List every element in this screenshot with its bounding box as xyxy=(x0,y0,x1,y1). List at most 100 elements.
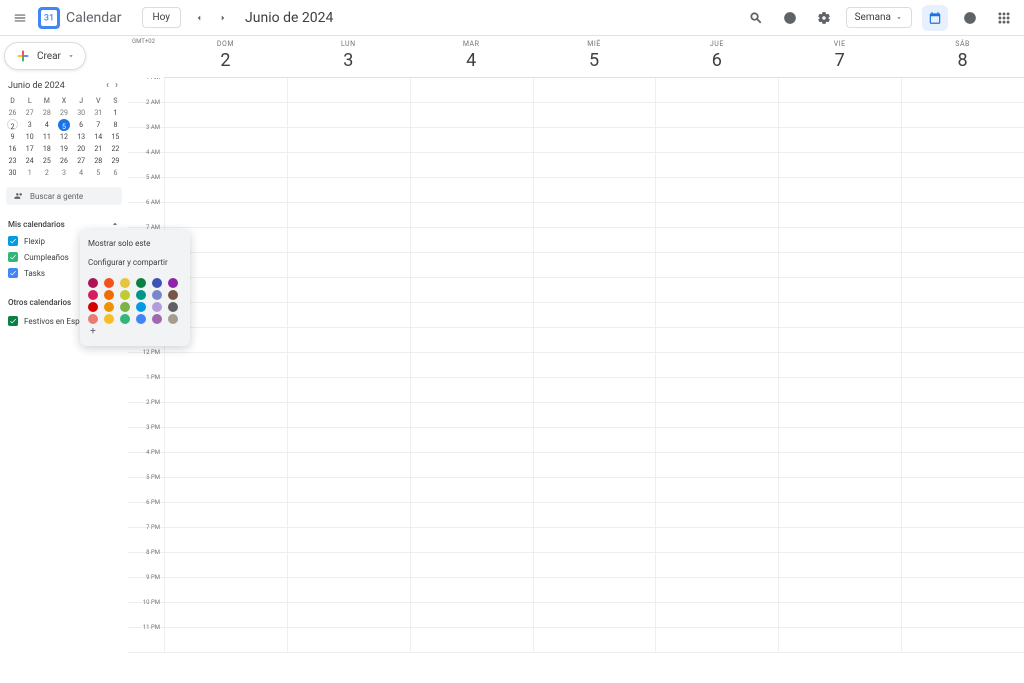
time-cell[interactable] xyxy=(287,528,410,552)
time-cell[interactable] xyxy=(901,78,1024,102)
time-cell[interactable] xyxy=(287,278,410,302)
mini-day[interactable]: 26 xyxy=(55,155,72,167)
time-cell[interactable] xyxy=(287,503,410,527)
time-cell[interactable] xyxy=(778,128,901,152)
time-cell[interactable] xyxy=(533,428,656,452)
mini-day[interactable]: 5 xyxy=(90,167,107,179)
time-cell[interactable] xyxy=(901,253,1024,277)
time-cell[interactable] xyxy=(778,203,901,227)
time-cell[interactable] xyxy=(778,428,901,452)
time-cell[interactable] xyxy=(164,503,287,527)
mini-day[interactable]: 24 xyxy=(21,155,38,167)
time-cell[interactable] xyxy=(410,528,533,552)
calendar-checkbox[interactable] xyxy=(8,268,18,278)
color-swatch[interactable] xyxy=(104,314,114,324)
time-cell[interactable] xyxy=(410,403,533,427)
mini-day[interactable]: 4 xyxy=(73,167,90,179)
time-cell[interactable] xyxy=(164,103,287,127)
color-swatch[interactable] xyxy=(152,278,162,288)
mini-day[interactable]: 3 xyxy=(21,119,38,131)
time-cell[interactable] xyxy=(287,153,410,177)
time-cell[interactable] xyxy=(655,403,778,427)
mini-day[interactable]: 22 xyxy=(107,143,124,155)
mini-day[interactable]: 3 xyxy=(55,167,72,179)
time-cell[interactable] xyxy=(655,478,778,502)
time-cell[interactable] xyxy=(287,203,410,227)
time-cell[interactable] xyxy=(655,328,778,352)
time-cell[interactable] xyxy=(778,178,901,202)
mini-day[interactable]: 2 xyxy=(38,167,55,179)
time-cell[interactable] xyxy=(778,478,901,502)
color-swatch[interactable] xyxy=(152,314,162,324)
time-cell[interactable] xyxy=(778,228,901,252)
mini-day[interactable]: 30 xyxy=(73,107,90,119)
day-header[interactable]: DOM2 xyxy=(164,36,287,77)
time-cell[interactable] xyxy=(164,178,287,202)
mini-day[interactable]: 10 xyxy=(21,131,38,143)
time-cell[interactable] xyxy=(410,78,533,102)
time-cell[interactable] xyxy=(533,603,656,627)
time-cell[interactable] xyxy=(901,278,1024,302)
time-cell[interactable] xyxy=(778,353,901,377)
time-cell[interactable] xyxy=(533,553,656,577)
mini-day[interactable]: 6 xyxy=(73,119,90,131)
time-cell[interactable] xyxy=(410,128,533,152)
color-swatch[interactable] xyxy=(88,302,98,312)
mini-day[interactable]: 7 xyxy=(90,119,107,131)
time-cell[interactable] xyxy=(164,403,287,427)
mini-calendar[interactable]: DLMXJVS262728293031123456789101112131415… xyxy=(4,95,124,179)
time-cell[interactable] xyxy=(778,403,901,427)
color-swatch[interactable] xyxy=(120,278,130,288)
time-cell[interactable] xyxy=(901,503,1024,527)
time-cell[interactable] xyxy=(655,128,778,152)
time-cell[interactable] xyxy=(287,128,410,152)
mini-day[interactable]: 31 xyxy=(90,107,107,119)
time-cell[interactable] xyxy=(287,628,410,652)
time-cell[interactable] xyxy=(778,303,901,327)
time-cell[interactable] xyxy=(655,78,778,102)
time-cell[interactable] xyxy=(533,303,656,327)
time-cell[interactable] xyxy=(287,328,410,352)
mini-day[interactable]: 27 xyxy=(21,107,38,119)
time-cell[interactable] xyxy=(533,278,656,302)
time-cell[interactable] xyxy=(410,603,533,627)
mini-day[interactable]: 12 xyxy=(55,131,72,143)
time-cell[interactable] xyxy=(410,253,533,277)
time-cell[interactable] xyxy=(410,328,533,352)
time-cell[interactable] xyxy=(287,478,410,502)
time-cell[interactable] xyxy=(901,453,1024,477)
add-color-button[interactable]: + xyxy=(88,326,98,336)
time-cell[interactable] xyxy=(164,128,287,152)
time-cell[interactable] xyxy=(533,153,656,177)
mini-day[interactable]: 9 xyxy=(4,131,21,143)
time-cell[interactable] xyxy=(901,378,1024,402)
mini-day[interactable]: 21 xyxy=(90,143,107,155)
time-cell[interactable] xyxy=(287,553,410,577)
time-cell[interactable] xyxy=(164,478,287,502)
time-cell[interactable] xyxy=(533,528,656,552)
mini-day[interactable]: 1 xyxy=(21,167,38,179)
time-cell[interactable] xyxy=(287,253,410,277)
day-header[interactable]: MAR4 xyxy=(410,36,533,77)
time-cell[interactable] xyxy=(901,103,1024,127)
mini-day[interactable]: 13 xyxy=(73,131,90,143)
time-cell[interactable] xyxy=(533,378,656,402)
day-header[interactable]: JUE6 xyxy=(655,36,778,77)
time-cell[interactable] xyxy=(778,628,901,652)
color-swatch[interactable] xyxy=(136,290,146,300)
time-cell[interactable] xyxy=(901,328,1024,352)
time-cell[interactable] xyxy=(901,203,1024,227)
time-cell[interactable] xyxy=(287,353,410,377)
color-swatch[interactable] xyxy=(104,302,114,312)
time-cell[interactable] xyxy=(287,378,410,402)
color-swatch[interactable] xyxy=(136,278,146,288)
prev-week-button[interactable] xyxy=(189,8,209,28)
mini-day[interactable]: 30 xyxy=(4,167,21,179)
time-cell[interactable] xyxy=(655,603,778,627)
app-logo[interactable]: Calendar xyxy=(38,7,122,29)
time-cell[interactable] xyxy=(533,78,656,102)
mini-day[interactable]: 20 xyxy=(73,143,90,155)
time-cell[interactable] xyxy=(410,178,533,202)
color-swatch[interactable] xyxy=(88,314,98,324)
time-cell[interactable] xyxy=(901,578,1024,602)
